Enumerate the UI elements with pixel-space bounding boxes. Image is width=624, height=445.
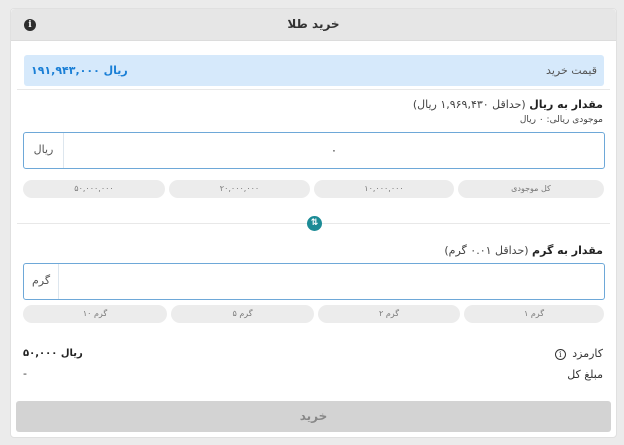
preset-2g-button[interactable]: ۲ گرم [318, 305, 460, 323]
preset-10g-button[interactable]: ۱۰ گرم [23, 305, 167, 323]
buy-price-label: قیمت خرید [546, 64, 597, 77]
swap-icon[interactable]: ⇅ [307, 216, 322, 231]
buy-gold-card: خرید طلا i قیمت خرید ۱۹۱,۹۴۳,۰۰۰ ریال مق… [10, 8, 617, 438]
rial-amount-field[interactable]: ریال [23, 132, 605, 169]
total-amount-value: - [23, 367, 27, 380]
rial-amount-input[interactable] [64, 133, 604, 168]
buy-button[interactable]: خرید [16, 401, 611, 432]
rial-min-note: (حداقل ۱,۹۶۹,۴۳۰ ریال) [412, 98, 526, 111]
divider [17, 89, 610, 90]
gram-unit-label: گرم [24, 264, 59, 299]
rial-amount-title: مقدار به ریال (حداقل ۱,۹۶۹,۴۳۰ ریال) [413, 98, 603, 111]
info-icon[interactable]: i [24, 19, 36, 31]
fee-value: ۵۰,۰۰۰ ریال [23, 348, 83, 359]
buy-price-box: قیمت خرید ۱۹۱,۹۴۳,۰۰۰ ریال [24, 55, 604, 86]
gram-amount-label: مقدار به گرم [532, 244, 603, 257]
buy-price-value: ۱۹۱,۹۴۳,۰۰۰ ریال [31, 64, 128, 77]
total-amount-label: مبلغ کل [567, 368, 603, 381]
preset-20m-button[interactable]: ۲۰,۰۰۰,۰۰۰ [169, 180, 310, 198]
preset-1g-button[interactable]: ۱ گرم [464, 305, 604, 323]
gram-amount-field[interactable]: گرم [23, 263, 605, 300]
card-header: خرید طلا i [11, 9, 616, 41]
rial-amount-label: مقدار به ریال [529, 98, 603, 111]
fee-label-text: کارمزد [572, 347, 603, 360]
rial-unit-label: ریال [24, 133, 64, 168]
preset-all-balance-button[interactable]: کل موجودی [458, 180, 604, 198]
fee-info-icon[interactable]: i [554, 348, 566, 360]
page-title: خرید طلا [287, 17, 340, 31]
preset-50m-button[interactable]: ۵۰,۰۰۰,۰۰۰ [23, 180, 165, 198]
fee-label: کارمزد i [554, 347, 603, 360]
rial-balance: موجودی ریالی: ۰ ریال [519, 115, 603, 125]
gram-amount-title: مقدار به گرم (حداقل ۰.۰۱ گرم) [444, 244, 603, 257]
preset-5g-button[interactable]: ۵ گرم [171, 305, 314, 323]
preset-10m-button[interactable]: ۱۰,۰۰۰,۰۰۰ [314, 180, 454, 198]
gram-amount-input[interactable] [59, 264, 604, 299]
gram-min-note: (حداقل ۰.۰۱ گرم) [444, 244, 529, 257]
